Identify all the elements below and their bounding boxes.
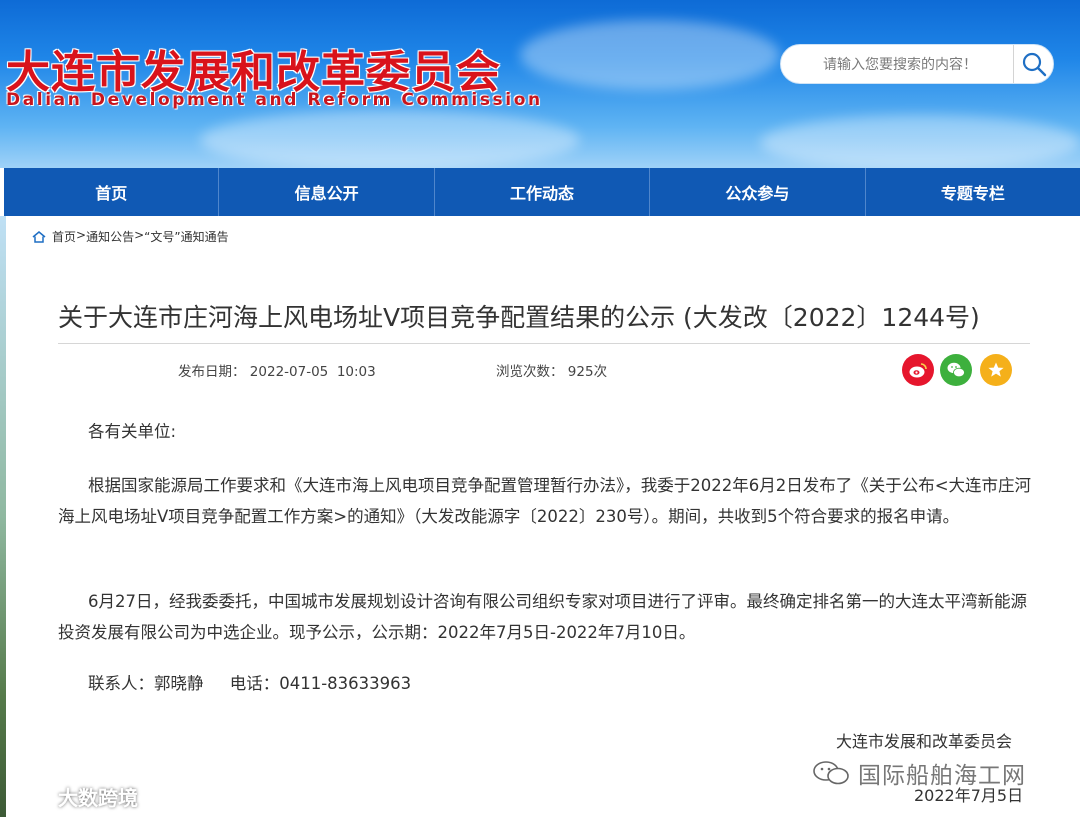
breadcrumb-notices[interactable]: 通知公告 (86, 228, 134, 245)
signature-organization: 大连市发展和改革委员会 (836, 732, 1013, 751)
breadcrumb-separator: > (76, 228, 87, 242)
view-count-label: 浏览次数： (496, 364, 564, 380)
add-favorite-button[interactable] (980, 354, 1012, 386)
view-count-value: 925次 (567, 364, 608, 380)
brand-logo-icon (9, 788, 51, 805)
watermark-right: 国际船舶海工网 (812, 756, 1026, 790)
watermark-left: 大数跨境 (8, 782, 138, 811)
star-icon (988, 362, 1004, 377)
body-paragraph: 6月27日，经我委委托，中国城市发展规划设计咨询有限公司组织专家对项目进行了评审… (58, 592, 1027, 642)
home-icon (32, 230, 46, 243)
article-title: 关于大连市庄河海上风电场址Ⅴ项目竞争配置结果的公示 (大发改〔2022〕1244… (58, 303, 980, 332)
site-subtitle: Dalian Development and Reform Commission (6, 90, 543, 110)
wechat-outline-icon (813, 761, 849, 785)
watermark-left-text: 大数跨境 (58, 786, 138, 810)
publish-date: 发布日期： 2022-07-05 10:03 (178, 360, 376, 380)
breadcrumb: 首页 > 通知公告 > “文号”通知通告 (32, 228, 229, 245)
weibo-icon (909, 363, 927, 378)
contact-info: 联系人：郭晓静 电话：0411-83633963 (88, 674, 412, 693)
banner-cloud (760, 115, 1080, 168)
banner-cloud (520, 20, 780, 90)
breadcrumb-home[interactable]: 首页 (52, 228, 76, 245)
header-banner: 大连市发展和改革委员会 Dalian Development and Refor… (0, 0, 1080, 168)
nav-item-info-disclosure[interactable]: 信息公开 (219, 168, 435, 216)
salutation: 各有关单位: (88, 422, 177, 441)
search-icon (1022, 52, 1046, 77)
breadcrumb-document-notices[interactable]: “文号”通知通告 (144, 228, 228, 245)
nav-item-special-topics[interactable]: 专题专栏 (866, 168, 1080, 216)
breadcrumb-separator: > (134, 228, 145, 242)
banner-cloud (200, 110, 580, 168)
share-weibo-button[interactable] (902, 354, 934, 386)
nav-item-home[interactable]: 首页 (4, 168, 220, 216)
share-wechat-button[interactable] (940, 354, 972, 386)
wechat-icon (947, 362, 965, 378)
nav-item-public-participation[interactable]: 公众参与 (650, 168, 866, 216)
search-button[interactable] (1013, 45, 1053, 83)
publish-date-label: 发布日期： (178, 364, 246, 380)
main-nav: 首页 信息公开 工作动态 公众参与 专题专栏 (4, 168, 1080, 216)
view-count: 浏览次数： 925次 (496, 360, 607, 380)
search-input[interactable] (795, 51, 1005, 79)
search-box (780, 44, 1054, 84)
publish-date-value: 2022-07-05 10:03 (249, 364, 376, 380)
article-content: 首页 > 通知公告 > “文号”通知通告 关于大连市庄河海上风电场址Ⅴ项目竞争配… (6, 216, 1080, 817)
title-divider (58, 343, 1030, 344)
watermark-right-text: 国际船舶海工网 (858, 763, 1026, 789)
nav-item-work-news[interactable]: 工作动态 (435, 168, 651, 216)
body-paragraph: 根据国家能源局工作要求和《大连市海上风电项目竞争配置管理暂行办法》，我委于202… (58, 476, 1032, 526)
